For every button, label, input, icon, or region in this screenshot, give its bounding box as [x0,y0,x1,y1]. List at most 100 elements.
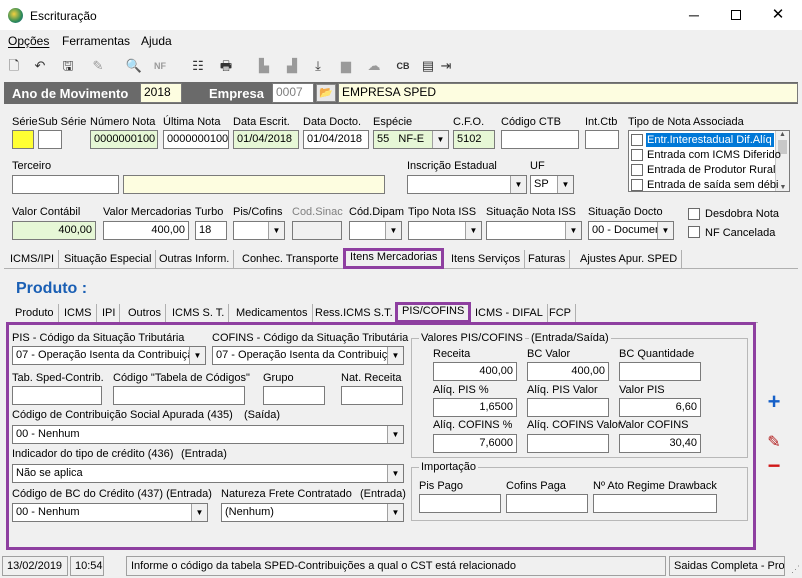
chevron-down-icon[interactable]: ▼ [510,176,526,193]
ie-select[interactable]: ▼ [407,175,527,194]
tab-situacao-especial[interactable]: Situação Especial [60,250,157,268]
chevron-down-icon[interactable]: ▼ [565,222,581,239]
grupo-field[interactable] [263,386,325,405]
chevron-down-icon[interactable]: ▼ [432,131,448,148]
turbo-field[interactable]: 18 [195,221,227,240]
chevron-down-icon[interactable]: ▼ [657,222,673,239]
data-escrit-field[interactable]: 01/04/2018 [233,130,299,149]
tab-faturas[interactable]: Faturas [524,250,571,268]
sub-serie-field[interactable] [38,130,62,149]
nat-receita-field[interactable] [341,386,403,405]
coddipam-select[interactable]: ▼ [349,221,402,240]
subtab-icms-difal[interactable]: ICMS - DIFAL [471,304,548,322]
numero-field[interactable]: 0000000100 [90,130,158,149]
folder-icon[interactable]: ▆ [336,56,356,76]
tab-conhec-transporte[interactable]: Conhec. Transporte [238,250,344,268]
especie-select[interactable]: 55 NF-E ▼ [373,130,449,149]
bc-valor-field[interactable]: 400,00 [527,362,609,381]
data-docto-field[interactable]: 01/04/2018 [303,130,369,149]
codsinac-field[interactable] [292,221,342,240]
subtab-pis-cofins[interactable]: PIS/COFINS [395,302,472,323]
remove-button[interactable]: − [762,455,786,478]
ind-credito-select[interactable]: Não se aplica ▼ [12,464,404,483]
subtab-ipi[interactable]: IPI [98,304,121,322]
subtab-icms[interactable]: ICMS [60,304,97,322]
menu-item-ajuda[interactable]: Ajuda [141,34,172,48]
chevron-down-icon[interactable]: ▼ [189,347,205,364]
chevron-down-icon[interactable]: ▼ [385,222,401,239]
empresa-name-field[interactable]: EMPRESA SPED [338,83,798,103]
subtab-ress-icms-st[interactable]: Ress.ICMS S.T. [311,304,398,322]
eraser-icon[interactable]: ✎ [88,56,108,76]
cfo-field[interactable]: 5102 [453,130,495,149]
aliq-pis-valor-field[interactable] [527,398,609,417]
chevron-down-icon[interactable]: ▼ [465,222,481,239]
preview-icon[interactable]: 🔍 [124,56,144,76]
cod-tab-field[interactable] [113,386,245,405]
ano-field[interactable]: 2018 [140,83,182,103]
situacaodocto-select[interactable]: 00 - Documen ▼ [588,221,674,240]
tree-icon[interactable]: ☷ [188,56,208,76]
undo-icon[interactable]: ↶ [30,56,50,76]
subtab-icms-st[interactable]: ICMS S. T. [168,304,230,322]
edit-button[interactable]: ✎ [762,432,786,454]
terceiro-name-field[interactable] [123,175,385,194]
cb-icon[interactable]: CB [393,56,413,76]
ctb-field[interactable] [501,130,579,149]
chevron-down-icon[interactable]: ▼ [387,504,403,521]
intctb-field[interactable] [585,130,619,149]
tipo-nota-list[interactable]: ▲ ▼ Entr.Interestadual Dif.Alíq Entrada c… [628,130,790,192]
pis-cst-select[interactable]: 07 - Operação Isenta da Contribuição ▼ [12,346,206,365]
receita-field[interactable]: 400,00 [433,362,517,381]
print-icon[interactable]: 🖶 [216,56,236,76]
cod-contrib-select[interactable]: 00 - Nenhum ▼ [12,425,404,444]
ultima-field[interactable]: 0000000100 [163,130,229,149]
subtab-outros[interactable]: Outros [124,304,167,322]
cloud-icon[interactable]: ☁ [364,56,384,76]
tiponotaiss-select[interactable]: ▼ [408,221,482,240]
valor-merc-field[interactable]: 400,00 [103,221,189,240]
aliq-pis-field[interactable]: 1,6500 [433,398,517,417]
uf-select[interactable]: SP ▼ [530,175,574,194]
valor-pis-field[interactable]: 6,60 [619,398,701,417]
close-icon[interactable]: ✕ [768,5,788,25]
save-icon[interactable]: 🖫 [58,56,78,76]
shirt-icon[interactable]: ▟ [282,56,302,76]
tab-sped-field[interactable] [12,386,102,405]
list-item[interactable]: Entrada de Produtor Rural [631,163,775,177]
resize-grip-icon[interactable]: ⋰ [786,562,800,576]
building-icon[interactable]: ▙ [254,56,274,76]
tab-outras-inform[interactable]: Outras Inform. [155,250,235,268]
menu-item-ferramentas[interactable]: Ferramentas [62,34,130,48]
drawback-field[interactable] [593,494,717,513]
chevron-down-icon[interactable]: ▼ [387,426,403,443]
pis-pago-field[interactable] [419,494,501,513]
aliq-cofins-valor-field[interactable] [527,434,609,453]
subtab-produto[interactable]: Produto [11,304,59,322]
minimize-icon[interactable]: ─ [684,5,704,25]
chevron-down-icon[interactable]: ▼ [557,176,573,193]
desdobra-checkbox[interactable] [688,208,700,220]
list-item[interactable]: Entr.Interestadual Dif.Alíq [631,133,774,147]
list-item[interactable]: Entrada de saída sem débi [631,178,778,191]
piscofins-select[interactable]: ▼ [233,221,285,240]
natureza-select[interactable]: (Nenhum) ▼ [221,503,404,522]
chevron-down-icon[interactable]: ▼ [191,504,207,521]
empresa-code-field[interactable]: 0007 [272,83,314,103]
chevron-down-icon[interactable]: ▼ [387,465,403,482]
maximize-icon[interactable] [726,5,746,25]
cod-bc-select[interactable]: 00 - Nenhum ▼ [12,503,208,522]
chevron-down-icon[interactable]: ▼ [387,347,403,364]
serie-field[interactable] [12,130,34,149]
cofins-cst-select[interactable]: 07 - Operação Isenta da Contribuição ▼ [212,346,404,365]
cofins-paga-field[interactable] [506,494,588,513]
list-item[interactable]: Entrada com ICMS Diferido [631,148,781,162]
terceiro-code-field[interactable] [12,175,119,194]
tab-icms-ipi[interactable]: ICMS/IPI [6,250,60,268]
valor-cofins-field[interactable]: 30,40 [619,434,701,453]
exit-icon[interactable]: ⇥ [436,56,456,76]
bc-qtd-field[interactable] [619,362,701,381]
nfe-icon[interactable]: NF [150,56,170,76]
new-document-icon[interactable]: 🗋 [4,56,24,76]
menu-item-opcoes[interactable]: Opções [8,34,49,48]
